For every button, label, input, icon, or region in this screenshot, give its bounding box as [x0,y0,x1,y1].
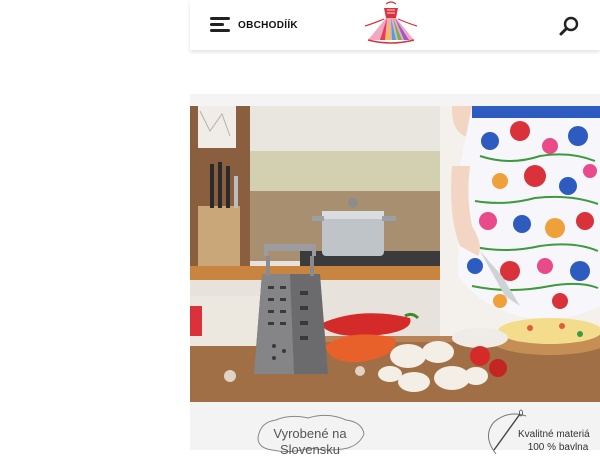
kitchen-photo [190,106,600,402]
features-strip: Vyrobené na Slovensku Kvalitné materiá 1… [190,402,600,457]
hero-banner[interactable] [190,106,600,402]
feature-2-line2: 100 % bavlna [527,442,589,453]
feature-1-line2: Slovensku [280,442,340,457]
feature-2-line1: Kvalitné materiá [518,429,590,440]
menu-button[interactable]: OBCHODÍÍK [210,14,298,36]
feature-1-line1: Vyrobené na [273,426,347,441]
hamburger-icon [210,17,232,33]
feature-quality-material: Kvalitné materiá 100 % bavlna [476,406,600,456]
menu-label: OBCHODÍÍK [238,19,298,31]
feature-made-in-slovakia: Vyrobené na Slovensku [250,408,370,458]
search-icon[interactable] [558,15,580,37]
site-header: OBCHODÍÍK [190,0,600,50]
site-logo[interactable] [360,0,422,50]
